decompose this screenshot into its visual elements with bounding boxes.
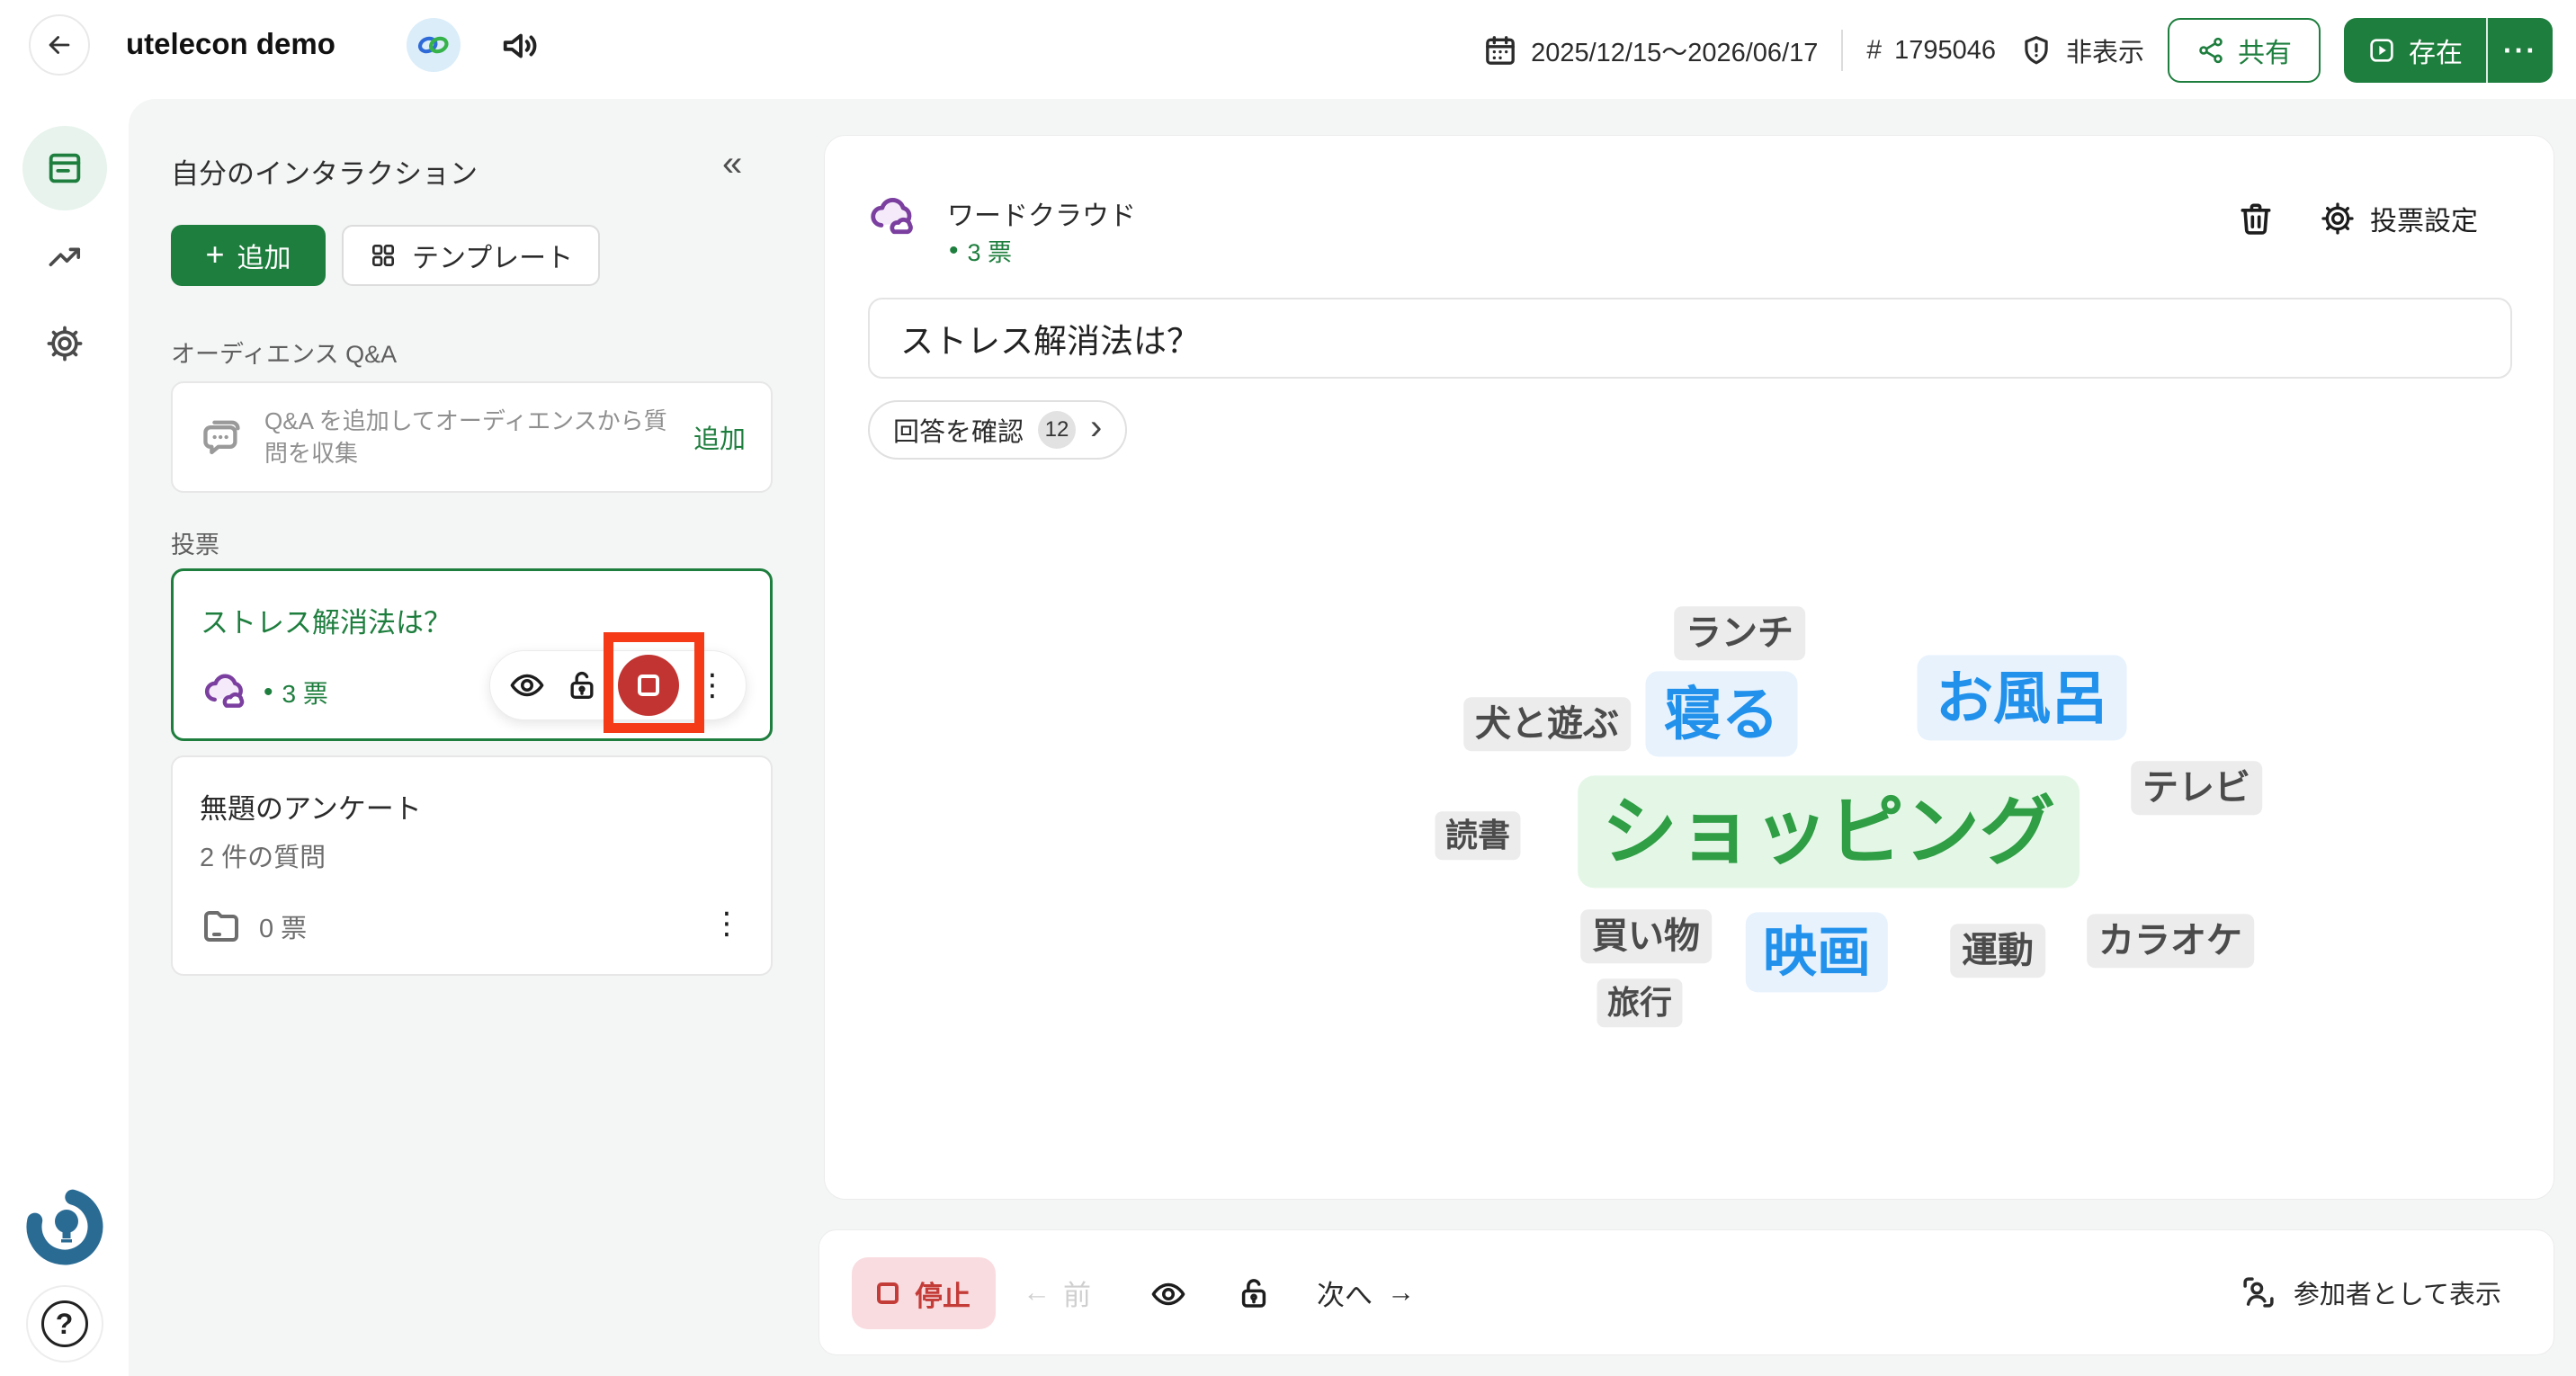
arrow-left-icon bbox=[44, 30, 75, 60]
stop-button[interactable]: 停止 bbox=[852, 1257, 996, 1329]
previous-button[interactable]: ← 前 bbox=[1023, 1230, 1091, 1354]
event-dates: 2025/12/15〜2026/06/17 bbox=[1482, 31, 1818, 69]
poll-title: ストレス解消法は？ bbox=[201, 600, 452, 640]
arrow-left-icon: ← bbox=[1023, 1276, 1051, 1309]
present-split-button: 存在 ··· bbox=[2344, 18, 2553, 83]
poll-toolbar: ⋮ bbox=[489, 650, 747, 720]
unlock-icon[interactable] bbox=[1235, 1274, 1273, 1312]
event-title: utelecon demo bbox=[126, 27, 335, 61]
hidden-label: 非表示 bbox=[2066, 31, 2144, 69]
sidebar-title: 自分のインタラクション bbox=[171, 151, 478, 192]
word-cloud-icon bbox=[201, 668, 249, 717]
template-grid-icon bbox=[369, 241, 398, 270]
rail-item-analytics[interactable] bbox=[45, 237, 85, 277]
rail-item-interactions[interactable] bbox=[22, 126, 107, 210]
survey-votes: 0 票 bbox=[259, 907, 307, 945]
template-button[interactable]: テンプレート bbox=[342, 225, 600, 286]
unlock-icon[interactable] bbox=[564, 667, 600, 703]
stop-icon bbox=[877, 1282, 899, 1304]
survey-card[interactable]: 無題のアンケート 2 件の質問 0 票 ⋮ bbox=[171, 755, 773, 976]
share-button[interactable]: 共有 bbox=[2168, 18, 2321, 83]
qa-card: Q&A を追加してオーディエンスから質問を収集 追加 bbox=[171, 381, 773, 493]
slido-logo-icon bbox=[20, 1182, 110, 1272]
back-button[interactable] bbox=[29, 14, 90, 76]
present-button[interactable]: 存在 bbox=[2344, 18, 2488, 83]
slido-logo bbox=[20, 1182, 110, 1272]
app-header: utelecon demo 2025/12/15〜2026/06/17 # 17… bbox=[0, 0, 2576, 101]
word-cloud-word: 寝る bbox=[1646, 671, 1798, 756]
arrow-right-icon: → bbox=[1387, 1276, 1415, 1309]
interactions-icon bbox=[44, 147, 85, 189]
word-cloud-word: 読書 bbox=[1435, 811, 1520, 860]
content-shell: 自分のインタラクション « + 追加 テンプレート オーディエンス Q&A Q&… bbox=[129, 99, 2576, 1376]
active-poll-card[interactable]: ストレス解消法は？ • 3 票 ⋮ bbox=[171, 568, 773, 741]
stop-icon bbox=[638, 675, 659, 696]
announcement-icon[interactable] bbox=[500, 25, 541, 67]
polls-section-label: 投票 bbox=[171, 525, 219, 560]
qa-description: Q&A を追加してオーディエンスから質問を収集 bbox=[264, 405, 674, 469]
collapse-sidebar-icon[interactable]: « bbox=[722, 144, 742, 184]
header-divider bbox=[1841, 30, 1843, 71]
qa-section-label: オーディエンス Q&A bbox=[171, 335, 397, 370]
word-cloud-word: 運動 bbox=[1950, 924, 2045, 978]
word-cloud-word: 犬と遊ぶ bbox=[1463, 697, 1631, 751]
poll-votes-label: 3 票 bbox=[282, 675, 328, 710]
presenter-bottom-bar: 停止 ← 前 次へ → 参加者として表示 bbox=[818, 1229, 2554, 1355]
next-label: 次へ bbox=[1317, 1273, 1373, 1313]
present-play-icon bbox=[2367, 36, 2396, 65]
word-cloud-word: 買い物 bbox=[1580, 909, 1712, 963]
share-label: 共有 bbox=[2238, 31, 2292, 70]
word-cloud-word: ランチ bbox=[1674, 606, 1805, 660]
poll-votes: • 3 票 bbox=[264, 675, 328, 710]
participant-view-icon bbox=[2240, 1273, 2277, 1311]
template-label: テンプレート bbox=[412, 236, 573, 275]
rail-item-settings[interactable] bbox=[45, 324, 85, 363]
chat-bubbles-icon bbox=[198, 414, 245, 460]
word-cloud-word: 映画 bbox=[1746, 912, 1888, 992]
event-code-value: 1795046 bbox=[1894, 36, 1996, 66]
survey-question-count: 2 件の質問 bbox=[200, 836, 326, 874]
present-label: 存在 bbox=[2409, 31, 2463, 70]
vote-dot: • bbox=[264, 677, 273, 708]
next-button[interactable]: 次へ → bbox=[1317, 1230, 1415, 1354]
shield-alert-icon bbox=[2019, 33, 2053, 67]
eye-icon[interactable] bbox=[508, 666, 546, 704]
hash-icon: # bbox=[1866, 35, 1882, 66]
visibility-status[interactable]: 非表示 bbox=[2019, 31, 2144, 69]
survey-menu-icon[interactable]: ⋮ bbox=[711, 908, 742, 939]
word-cloud-word: カラオケ bbox=[2087, 914, 2254, 968]
plus-icon: + bbox=[205, 236, 224, 273]
survey-title: 無題のアンケート bbox=[200, 786, 422, 826]
add-label: 追加 bbox=[237, 236, 291, 275]
trending-up-icon bbox=[45, 237, 85, 277]
calendar-icon bbox=[1482, 32, 1518, 68]
previous-label: 前 bbox=[1063, 1273, 1091, 1313]
stop-poll-button[interactable] bbox=[618, 655, 679, 716]
poll-menu-icon[interactable]: ⋮ bbox=[697, 670, 728, 701]
eye-icon[interactable] bbox=[1149, 1275, 1187, 1313]
view-as-participant-label: 参加者として表示 bbox=[2294, 1273, 2501, 1311]
present-more-button[interactable]: ··· bbox=[2488, 18, 2553, 83]
gear-icon bbox=[45, 324, 85, 363]
event-code: # 1795046 bbox=[1866, 35, 1996, 66]
word-cloud-word: お風呂 bbox=[1918, 655, 2127, 740]
qa-add-link[interactable]: 追加 bbox=[693, 418, 746, 456]
word-cloud-word: ショッピング bbox=[1578, 775, 2080, 888]
word-cloud: ランチ寝る お風呂 犬と遊ぶテレビ読書 ショッピング買い物映画 運動カラオケ旅行 bbox=[825, 136, 2554, 1199]
help-icon: ? bbox=[41, 1300, 88, 1347]
share-icon bbox=[2196, 36, 2225, 65]
folder-icon bbox=[200, 905, 243, 948]
left-rail: ? bbox=[0, 101, 129, 1376]
view-as-participant-button[interactable]: 参加者として表示 bbox=[2240, 1230, 2501, 1354]
stop-label: 停止 bbox=[915, 1273, 970, 1314]
poll-detail-card: ワードクラウド • 3 票 投票設定 ストレス解消法は？ 回答を確認 12 › … bbox=[824, 135, 2554, 1200]
webex-logo-icon bbox=[415, 31, 452, 58]
webex-logo[interactable] bbox=[407, 18, 461, 72]
word-cloud-word: 旅行 bbox=[1597, 978, 1682, 1027]
date-range: 2025/12/15〜2026/06/17 bbox=[1531, 31, 1818, 69]
add-interaction-button[interactable]: + 追加 bbox=[171, 225, 326, 286]
word-cloud-word: テレビ bbox=[2131, 761, 2262, 815]
help-button[interactable]: ? bbox=[26, 1285, 103, 1363]
